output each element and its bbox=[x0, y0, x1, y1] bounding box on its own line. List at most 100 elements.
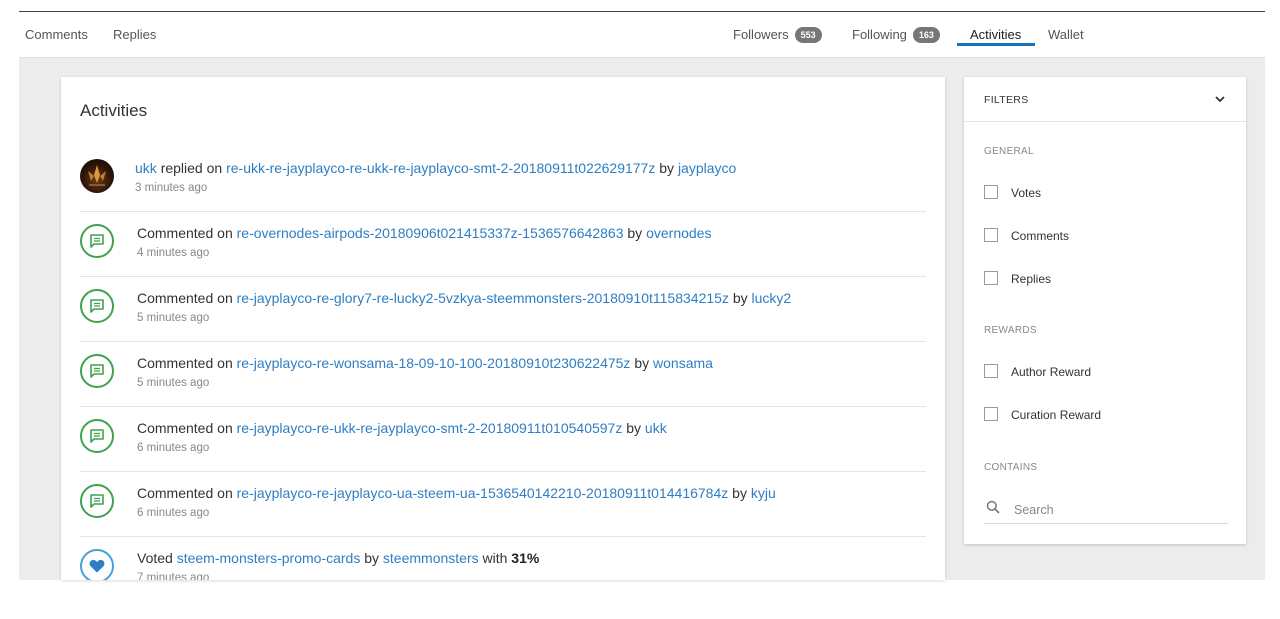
search-field[interactable] bbox=[984, 497, 1228, 524]
author-link[interactable]: ukk bbox=[645, 420, 667, 436]
followers-count-badge: 553 bbox=[794, 26, 822, 43]
activity-feed: ukk replied on re-ukk-re-jayplayco-re-uk… bbox=[80, 147, 926, 580]
checkbox[interactable] bbox=[984, 185, 998, 199]
activity-verb: Commented bbox=[137, 355, 214, 371]
permlink-link[interactable]: re-ukk-re-jayplayco-re-ukk-re-jayplayco-… bbox=[226, 160, 655, 176]
activity-text: Commented on re-jayplayco-re-jayplayco-u… bbox=[137, 485, 776, 501]
activity-text: Voted steem-monsters-promo-cards by stee… bbox=[137, 550, 539, 566]
activity-by: by bbox=[732, 290, 748, 306]
activity-verb: Commented bbox=[137, 290, 214, 306]
activity-by: by bbox=[634, 355, 650, 371]
tab-replies[interactable]: Replies bbox=[113, 12, 156, 57]
comment-icon bbox=[80, 289, 114, 323]
author-link[interactable]: overnodes bbox=[646, 225, 711, 241]
heart-icon bbox=[80, 549, 114, 580]
activity-timestamp: 5 minutes ago bbox=[137, 312, 210, 324]
author-link[interactable]: wonsama bbox=[653, 355, 713, 371]
tab-following[interactable]: Following 163 bbox=[852, 12, 940, 57]
comment-icon bbox=[80, 419, 114, 453]
permlink-link[interactable]: re-overnodes-airpods-20180906t021415337z… bbox=[237, 225, 624, 241]
filter-label: Author Reward bbox=[1011, 365, 1092, 379]
permlink-link[interactable]: re-jayplayco-re-ukk-re-jayplayco-smt-2-2… bbox=[237, 420, 623, 436]
activity-row: Commented on re-jayplayco-re-ukk-re-jayp… bbox=[80, 407, 926, 472]
tab-activities[interactable]: Activities bbox=[970, 12, 1021, 57]
author-link[interactable]: lucky2 bbox=[752, 290, 792, 306]
activity-by: by bbox=[732, 485, 747, 501]
activity-by: by bbox=[659, 160, 675, 176]
activity-timestamp: 6 minutes ago bbox=[137, 442, 210, 454]
vote-weight: 31% bbox=[511, 550, 540, 566]
activity-on: on bbox=[217, 225, 233, 241]
tab-followers[interactable]: Followers 553 bbox=[733, 12, 822, 57]
actor-link[interactable]: ukk bbox=[135, 160, 157, 176]
activity-text: Commented on re-jayplayco-re-wonsama-18-… bbox=[137, 355, 713, 371]
activity-by: by bbox=[627, 225, 643, 241]
tab-followers-label: Followers bbox=[733, 27, 789, 42]
checkbox[interactable] bbox=[984, 228, 998, 242]
activity-timestamp: 4 minutes ago bbox=[137, 247, 210, 259]
permlink-link[interactable]: steem-monsters-promo-cards bbox=[177, 550, 361, 566]
following-count-badge: 163 bbox=[912, 26, 940, 43]
section-label-rewards: REWARDS bbox=[984, 325, 1037, 336]
activity-text: ukk replied on re-ukk-re-jayplayco-re-uk… bbox=[135, 160, 736, 176]
filter-label: Votes bbox=[1011, 186, 1042, 200]
activity-by: by bbox=[364, 550, 380, 566]
permlink-link[interactable]: re-jayplayco-re-jayplayco-ua-steem-ua-15… bbox=[237, 485, 729, 501]
profile-tab-bar: Comments Replies Followers 553 Following 1… bbox=[19, 12, 1265, 58]
activities-card: Activities ukk replied on re-ukk-re-jayp… bbox=[61, 77, 945, 580]
activity-text: Commented on re-overnodes-airpods-201809… bbox=[137, 225, 711, 241]
active-tab-indicator bbox=[957, 43, 1035, 46]
filters-title: FILTERS bbox=[984, 94, 1029, 106]
permlink-link[interactable]: re-jayplayco-re-wonsama-18-09-10-100-201… bbox=[237, 355, 631, 371]
section-label-general: GENERAL bbox=[984, 146, 1034, 157]
activity-on: on bbox=[217, 355, 233, 371]
search-input[interactable] bbox=[1012, 499, 1216, 521]
activity-row: Commented on re-jayplayco-re-jayplayco-u… bbox=[80, 472, 926, 537]
activity-verb: Voted bbox=[137, 550, 173, 566]
activity-on: on bbox=[217, 290, 233, 306]
activity-verb: Commented bbox=[137, 420, 214, 436]
filter-label: Curation Reward bbox=[1011, 408, 1102, 422]
permlink-link[interactable]: re-jayplayco-re-glory7-re-lucky2-5vzkya-… bbox=[237, 290, 729, 306]
activity-text: Commented on re-jayplayco-re-ukk-re-jayp… bbox=[137, 420, 667, 436]
activity-timestamp: 6 minutes ago bbox=[137, 507, 210, 519]
tab-wallet[interactable]: Wallet bbox=[1048, 12, 1084, 57]
checkbox[interactable] bbox=[984, 407, 998, 421]
activity-row: Voted steem-monsters-promo-cards by stee… bbox=[80, 537, 926, 580]
filters-header[interactable]: FILTERS bbox=[964, 77, 1246, 122]
comment-icon bbox=[80, 224, 114, 258]
comment-icon bbox=[80, 354, 114, 388]
activity-row: Commented on re-overnodes-airpods-201809… bbox=[80, 212, 926, 277]
section-label-contains: CONTAINS bbox=[984, 462, 1038, 473]
activity-timestamp: 3 minutes ago bbox=[135, 182, 208, 194]
activity-verb: Commented bbox=[137, 225, 214, 241]
search-icon bbox=[986, 500, 1000, 514]
activity-text: Commented on re-jayplayco-re-glory7-re-l… bbox=[137, 290, 791, 306]
activity-verb: Commented bbox=[137, 485, 214, 501]
chevron-down-icon[interactable] bbox=[1214, 92, 1226, 110]
activity-row: Commented on re-jayplayco-re-wonsama-18-… bbox=[80, 342, 926, 407]
author-link[interactable]: steemmonsters bbox=[383, 550, 479, 566]
activity-timestamp: 7 minutes ago bbox=[137, 572, 210, 580]
activity-timestamp: 5 minutes ago bbox=[137, 377, 210, 389]
activity-by: by bbox=[626, 420, 642, 436]
activity-on: on bbox=[217, 485, 233, 501]
activity-row: ukk replied on re-ukk-re-jayplayco-re-uk… bbox=[80, 147, 926, 212]
author-link[interactable]: kyju bbox=[751, 485, 776, 501]
filter-label: Replies bbox=[1011, 272, 1052, 286]
activity-verb: replied bbox=[160, 160, 203, 176]
checkbox[interactable] bbox=[984, 364, 998, 378]
activity-with: with bbox=[482, 550, 508, 566]
checkbox[interactable] bbox=[984, 271, 998, 285]
activity-on: on bbox=[206, 160, 223, 176]
tab-following-label: Following bbox=[852, 27, 907, 42]
comment-icon bbox=[80, 484, 114, 518]
filter-label: Comments bbox=[1011, 229, 1070, 243]
user-avatar[interactable] bbox=[80, 159, 114, 193]
activities-title: Activities bbox=[80, 101, 148, 120]
activity-on: on bbox=[217, 420, 233, 436]
author-link[interactable]: jayplayco bbox=[678, 160, 736, 176]
tab-comments[interactable]: Comments bbox=[25, 12, 88, 57]
activity-row: Commented on re-jayplayco-re-glory7-re-l… bbox=[80, 277, 926, 342]
filters-panel: FILTERS GENERAL Votes Comments Replies R… bbox=[964, 77, 1246, 544]
